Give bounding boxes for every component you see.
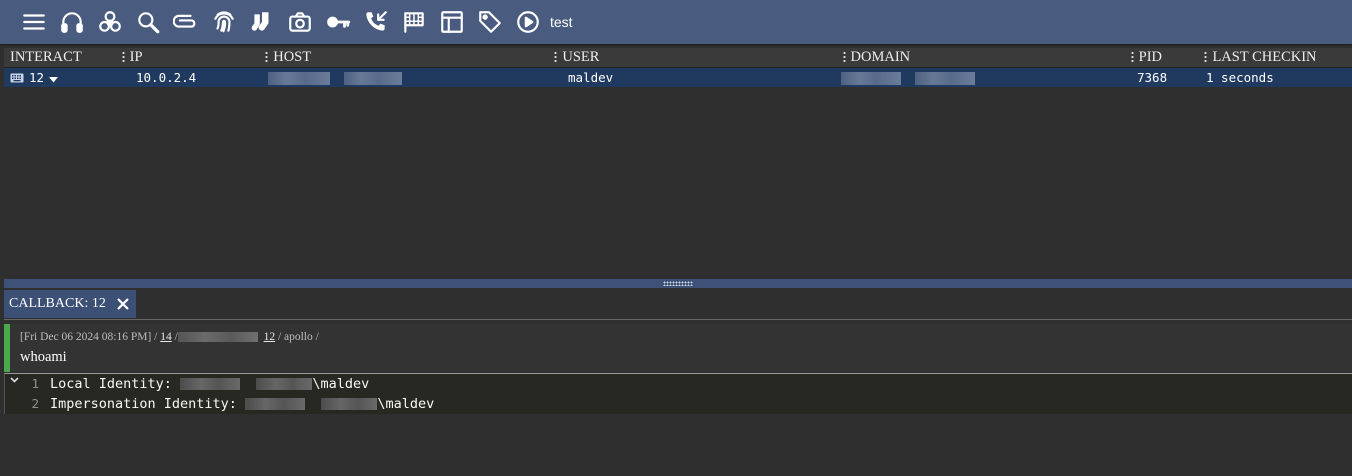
biohazard-icon[interactable] [94,6,126,38]
phone-incoming-icon[interactable] [360,6,392,38]
column-header-user[interactable]: USER [554,48,844,67]
camera-icon[interactable] [284,6,316,38]
column-resize-handle[interactable] [121,51,125,64]
redacted-block [256,378,313,390]
pid-cell: 7368 [1137,70,1168,85]
fingerprint-icon[interactable] [208,6,240,38]
user-cell: maldev [568,70,614,85]
tab-bar: CALLBACK: 12 [4,289,1352,320]
chevron-down-icon[interactable] [49,69,59,88]
table-row[interactable]: 12 10.0.2.4 maldev 7368 1 seconds [4,68,1352,87]
line-number: 2 [31,396,39,411]
play-circle-icon[interactable] [512,6,544,38]
table-header: INTERACT IP HOST USER DOMAIN PID LAST CH… [4,48,1352,68]
interact-cell[interactable]: 12 [4,68,124,87]
pane-resize-handle[interactable] [4,279,1352,288]
menu-icon[interactable] [18,6,50,38]
task-timestamp: [Fri Dec 06 2024 08:16 PM] / [20,331,161,343]
callback-link[interactable]: 12 [264,331,276,343]
column-header-domain[interactable]: DOMAIN [842,48,1133,67]
column-resize-handle[interactable] [1204,51,1208,64]
task-output-editor[interactable]: 1 Local Identity: \maldev 2 Impersonation … [4,373,1352,414]
redacted-block [841,72,901,85]
host-cell [262,68,552,87]
column-header-interact[interactable]: INTERACT [4,48,124,67]
column-header-pid[interactable]: PID [1130,48,1207,67]
last-checkin-cell: 1 seconds [1206,70,1274,85]
ip-cell: 10.0.2.4 [136,70,197,85]
line-number: 1 [31,376,39,391]
operation-label[interactable]: test [550,14,573,30]
checkered-flag-icon[interactable] [398,6,430,38]
column-resize-handle[interactable] [1130,51,1134,64]
callbacks-table: INTERACT IP HOST USER DOMAIN PID LAST CH… [4,48,1352,278]
column-header-last-checkin[interactable]: LAST CHECKIN [1204,48,1352,67]
redacted-block [914,72,975,85]
key-icon[interactable] [322,6,354,38]
redacted-block [180,378,241,390]
task-entry[interactable]: [Fri Dec 06 2024 08:16 PM] / 14 / 12 / a… [4,324,1352,372]
tag-icon[interactable] [474,6,506,38]
task-id-link[interactable]: 14 [160,331,172,343]
table-layout-icon[interactable] [436,6,468,38]
headphones-icon[interactable] [56,6,88,38]
task-command: whoami [20,349,67,365]
output-line: 1 Local Identity: \maldev [5,374,369,394]
paperclip-icon[interactable] [170,6,202,38]
column-resize-handle[interactable] [554,51,558,64]
grip-icon [663,281,693,286]
redacted-block [177,332,258,343]
top-toolbar: test [0,0,1352,44]
column-resize-handle[interactable] [842,51,846,64]
tab-label: CALLBACK: 12 [9,296,106,311]
task-metadata: [Fri Dec 06 2024 08:16 PM] / 14 / 12 / a… [20,331,319,343]
search-icon[interactable] [132,6,164,38]
close-icon[interactable] [116,297,130,311]
callback-id[interactable]: 12 [29,70,44,85]
socks-icon[interactable] [246,6,278,38]
column-header-ip[interactable]: IP [121,48,268,67]
redacted-block [321,398,378,410]
domain-cell [835,68,1124,87]
column-resize-handle[interactable] [265,51,269,64]
redacted-block [343,72,402,85]
keyboard-icon[interactable] [10,69,24,88]
tab-callback-12[interactable]: CALLBACK: 12 [4,290,136,318]
output-line: 2 Impersonation Identity: \maldev [5,394,434,414]
column-header-host[interactable]: HOST [265,48,556,67]
redacted-block [245,398,306,410]
redacted-block [268,72,330,85]
